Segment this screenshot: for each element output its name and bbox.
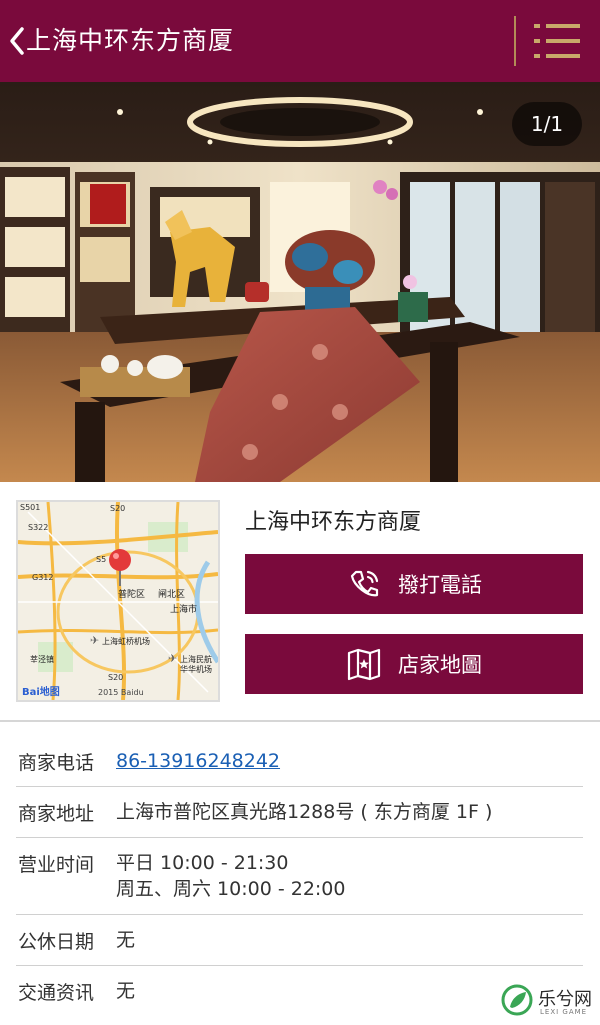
holiday-row: 公休日期 无 — [16, 915, 583, 966]
svg-text:普陀区: 普陀区 — [118, 588, 145, 600]
back-button[interactable] — [6, 22, 28, 60]
svg-text:Bai地图: Bai地图 — [22, 685, 60, 698]
traffic-row: 交通资讯 无 — [16, 966, 583, 1016]
store-map-button[interactable]: 店家地圖 — [245, 634, 583, 694]
store-interior-illustration — [0, 82, 600, 482]
menu-button[interactable] — [534, 20, 582, 62]
header-divider — [514, 16, 516, 66]
hours-label: 营业时间 — [18, 854, 95, 876]
svg-text:S20: S20 — [110, 504, 125, 513]
svg-text:上海市: 上海市 — [170, 603, 197, 615]
svg-text:莘泾镇: 莘泾镇 — [30, 654, 54, 664]
store-photo[interactable]: 1/1 — [0, 82, 600, 482]
holiday-label: 公休日期 — [18, 931, 95, 953]
map-icon — [347, 648, 381, 681]
section-divider — [0, 720, 600, 722]
store-name: 上海中环东方商厦 — [245, 510, 422, 535]
app-header: 上海中环东方商厦 — [0, 0, 600, 82]
hours-row: 营业时间 平日 10:00 - 21:30 周五、周六 10:00 - 22:0… — [16, 838, 583, 915]
svg-text:S20: S20 — [108, 673, 123, 682]
watermark: 乐兮网 LEXI GAME — [500, 981, 592, 1021]
svg-text:闸北区: 闸北区 — [158, 589, 185, 600]
store-map-button-label: 店家地圖 — [398, 653, 482, 677]
svg-text:上海民航: 上海民航 — [180, 654, 212, 664]
image-counter: 1/1 — [512, 102, 582, 146]
svg-text:✈: ✈ — [168, 652, 177, 665]
call-button[interactable]: 撥打電話 — [245, 554, 583, 614]
store-details: 商家电话 86-13916248242 商家地址 上海市普陀区真光路1288号 … — [0, 736, 600, 1016]
svg-text:G312: G312 — [32, 573, 53, 582]
svg-text:华华机场: 华华机场 — [180, 664, 212, 674]
traffic-label: 交通资讯 — [18, 982, 95, 1004]
phone-label: 商家电话 — [18, 752, 95, 774]
chevron-left-icon — [10, 27, 24, 55]
address-row: 商家地址 上海市普陀区真光路1288号 ( 东方商厦 1F ) — [16, 787, 583, 838]
svg-text:S5: S5 — [96, 555, 106, 564]
map-illustration: ✈ ✈ S501 S20 S322 S5 G312 普陀区 闸北区 上海市 上海… — [18, 502, 218, 700]
map-thumbnail[interactable]: ✈ ✈ S501 S20 S322 S5 G312 普陀区 闸北区 上海市 上海… — [16, 500, 220, 702]
phone-icon — [350, 570, 379, 597]
phone-link[interactable]: 86-13916248242 — [116, 748, 583, 774]
call-button-label: 撥打電話 — [398, 573, 482, 597]
holiday-value: 无 — [116, 929, 136, 951]
svg-text:S322: S322 — [28, 523, 48, 532]
hours-weekday: 平日 10:00 - 21:30 — [116, 852, 289, 874]
hours-weekend: 周五、周六 10:00 - 22:00 — [116, 878, 346, 900]
svg-text:S501: S501 — [20, 503, 40, 512]
svg-text:上海虹桥机场: 上海虹桥机场 — [102, 636, 150, 646]
svg-text:✈: ✈ — [90, 634, 99, 647]
watermark-sub: LEXI GAME — [540, 1008, 588, 1016]
address-label: 商家地址 — [18, 803, 95, 825]
leaf-logo-icon — [501, 984, 533, 1016]
svg-text:2015 Baidu: 2015 Baidu — [98, 688, 144, 697]
page-title: 上海中环东方商厦 — [26, 26, 235, 55]
phone-row: 商家电话 86-13916248242 — [16, 736, 583, 787]
address-value: 上海市普陀区真光路1288号 ( 东方商厦 1F ) — [116, 801, 493, 823]
store-info: ✈ ✈ S501 S20 S322 S5 G312 普陀区 闸北区 上海市 上海… — [0, 482, 600, 722]
